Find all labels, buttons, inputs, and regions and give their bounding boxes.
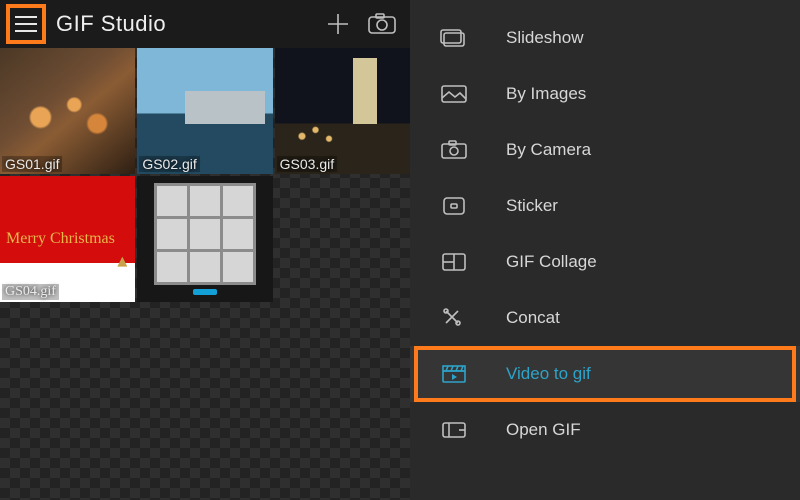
menu-item-slideshow[interactable]: Slideshow <box>410 10 800 66</box>
camera-icon <box>440 139 468 161</box>
concat-icon <box>440 307 468 329</box>
thumbnail[interactable]: GS01.gif <box>0 48 135 174</box>
menu-label: By Images <box>506 84 586 104</box>
menu-label: GIF Collage <box>506 252 597 272</box>
menu-label: Slideshow <box>506 28 584 48</box>
menu-label: Concat <box>506 308 560 328</box>
thumbnail-filename: GS04.gif <box>2 284 59 300</box>
thumbnail-filename: GS03.gif <box>277 156 337 172</box>
menu-item-bycamera[interactable]: By Camera <box>410 122 800 178</box>
thumbnail-filename: GS02.gif <box>139 156 199 172</box>
sticker-icon <box>440 195 468 217</box>
menu-item-concat[interactable]: Concat <box>410 290 800 346</box>
menu-item-opengif[interactable]: Open GIF <box>410 402 800 458</box>
menu-item-sticker[interactable]: Sticker <box>410 178 800 234</box>
menu-label: Open GIF <box>506 420 581 440</box>
camera-icon <box>367 13 397 35</box>
thumbnail[interactable]: Merry Christmas GS04.gif <box>0 176 135 302</box>
hamburger-button[interactable] <box>6 4 46 44</box>
images-icon <box>440 83 468 105</box>
hamburger-icon <box>15 16 37 32</box>
collage-preview-icon <box>154 183 256 285</box>
thumbnail-filename: GS01.gif <box>2 156 62 172</box>
app-title: GIF Studio <box>56 11 316 37</box>
menu-label: Video to gif <box>506 364 591 384</box>
top-bar: GIF Studio <box>0 0 410 48</box>
thumbnail[interactable] <box>137 176 272 302</box>
thumbnail-overlay-text: Merry Christmas <box>6 230 115 248</box>
open-icon <box>440 419 468 441</box>
slideshow-icon <box>440 27 468 49</box>
collage-icon <box>440 251 468 273</box>
menu-item-gifcollage[interactable]: GIF Collage <box>410 234 800 290</box>
menu-item-videotogif[interactable]: Video to gif <box>410 346 800 402</box>
plus-icon <box>325 11 351 37</box>
menu-label: Sticker <box>506 196 558 216</box>
thumbnail-grid: GS01.gif GS02.gif GS03.gif Merry Christm… <box>0 48 410 500</box>
gallery-pane: GIF Studio GS01.gif GS02.gif GS03.gif Me… <box>0 0 410 500</box>
camera-button[interactable] <box>360 2 404 46</box>
menu-label: By Camera <box>506 140 591 160</box>
thumbnail[interactable]: GS02.gif <box>137 48 272 174</box>
add-button[interactable] <box>316 2 360 46</box>
handle-icon <box>193 289 217 295</box>
thumbnail[interactable]: GS03.gif <box>275 48 410 174</box>
create-menu-panel: Slideshow By Images By Camera Sticker GI… <box>410 0 800 500</box>
highlight-annotation <box>414 346 796 402</box>
menu-item-byimages[interactable]: By Images <box>410 66 800 122</box>
clapper-icon <box>440 363 468 385</box>
